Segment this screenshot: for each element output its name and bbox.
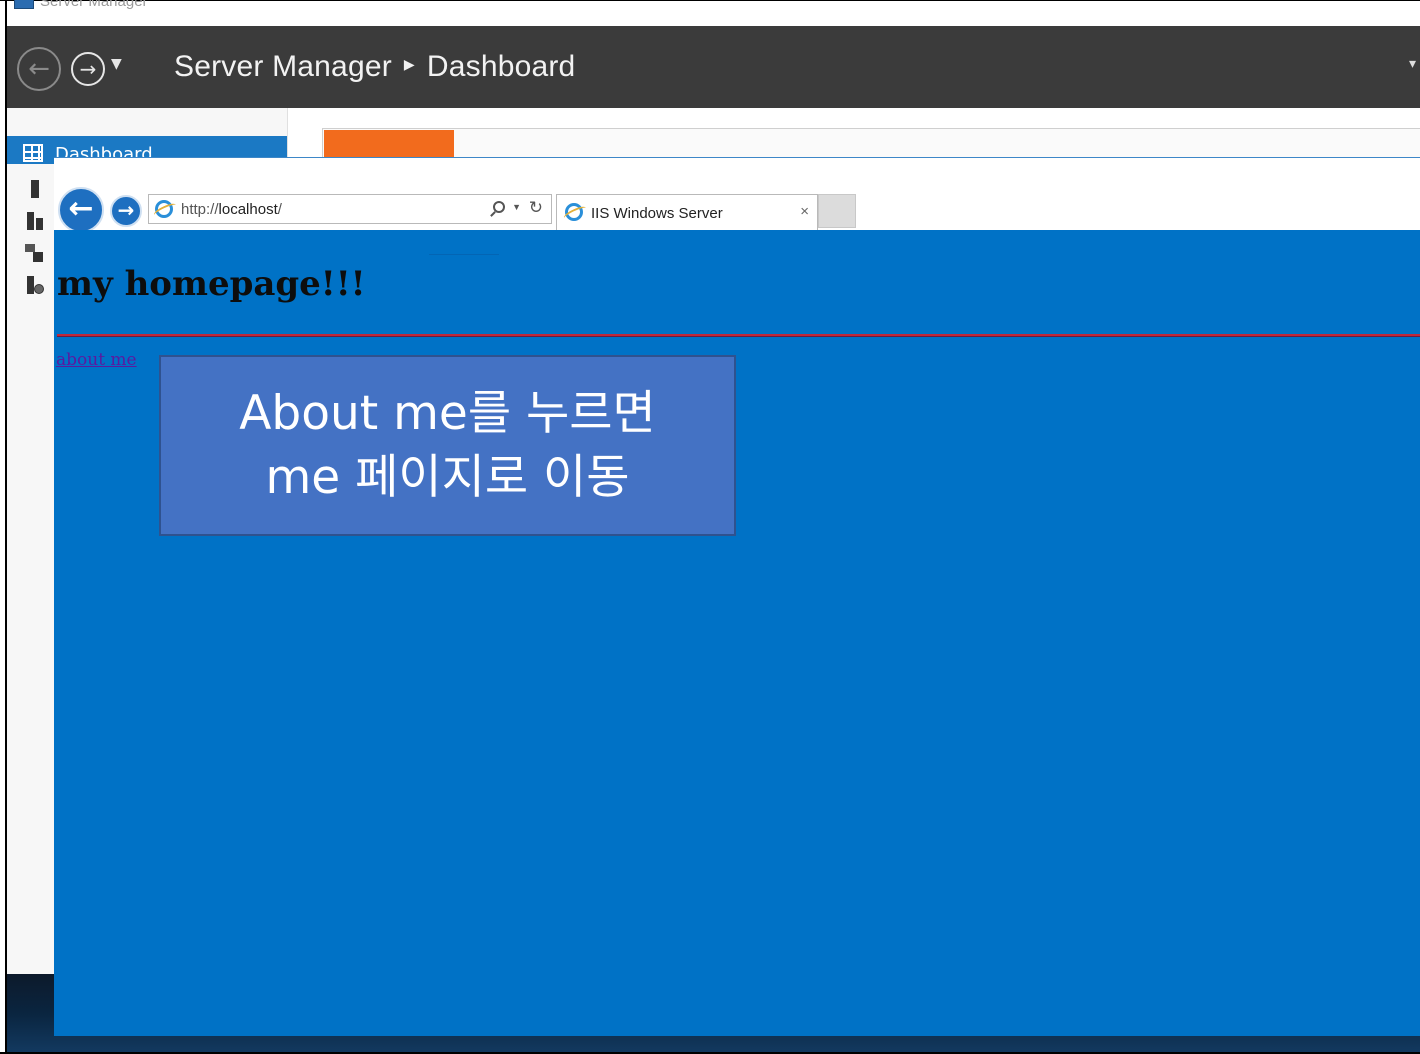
arrow-left-icon: ← (28, 54, 50, 84)
ie-logo-icon (565, 203, 583, 221)
horizontal-rule (57, 334, 1420, 337)
address-url[interactable]: http://localhost/ (181, 201, 282, 218)
breadcrumb-page: Dashboard (426, 50, 576, 83)
browser-back-button[interactable]: ← (58, 187, 104, 233)
page-title: my homepage!!! (57, 264, 366, 304)
server-manager-app-icon (14, 0, 34, 9)
address-bar[interactable]: http://localhost/ ▼ ↻ (148, 194, 552, 224)
close-icon[interactable]: × (800, 203, 809, 220)
browser-toolbar: ← → http://localhost/ ▼ ↻ IIS Windows Se… (54, 158, 1420, 233)
arrow-right-icon: → (117, 198, 135, 222)
window-title: Server Manager (40, 0, 148, 10)
forward-button[interactable]: → (71, 52, 105, 86)
web-page: my homepage!!! about me (54, 230, 1420, 1036)
about-me-link[interactable]: about me (56, 350, 137, 370)
ie-logo-icon (155, 200, 173, 218)
annotation-callout: About me를 누르면 me 페이지로 이동 (159, 355, 736, 536)
arrow-right-icon: → (79, 57, 97, 81)
server-manager-titlebar: Server Manager (0, 0, 1420, 26)
screen-left-border (5, 0, 7, 1054)
refresh-dropdown-icon[interactable]: ▾ (1409, 56, 1416, 72)
breadcrumb: Server Manager ▶ Dashboard (174, 50, 575, 84)
local-server-icon[interactable] (25, 180, 43, 198)
back-button[interactable]: ← (17, 47, 61, 91)
new-tab-button[interactable] (818, 194, 856, 228)
arrow-left-icon: ← (68, 191, 94, 226)
browser-forward-button[interactable]: → (110, 195, 142, 227)
iis-icon[interactable] (25, 276, 44, 294)
tab-title: IIS Windows Server (591, 205, 723, 222)
browser-tab[interactable]: IIS Windows Server × (556, 194, 818, 230)
dashboard-grid-icon (23, 144, 43, 162)
server-manager-header: ← → ▼ Server Manager ▶ Dashboard ▾ (7, 26, 1420, 108)
all-servers-icon[interactable] (25, 212, 43, 230)
search-icon[interactable] (493, 201, 505, 213)
breadcrumb-app[interactable]: Server Manager (174, 50, 392, 83)
annotation-line-1: About me를 누르면 (239, 386, 656, 441)
refresh-icon[interactable]: ↻ (529, 198, 543, 218)
browser-window: ← → http://localhost/ ▼ ↻ IIS Windows Se… (54, 157, 1420, 1036)
address-dropdown-icon[interactable]: ▼ (512, 202, 521, 212)
annotation-line-2: me 페이지로 이동 (265, 450, 630, 505)
history-dropdown-icon[interactable]: ▼ (111, 56, 122, 72)
faded-overlay-line (429, 254, 499, 265)
breadcrumb-separator-icon: ▶ (403, 55, 415, 72)
file-storage-icon[interactable] (25, 244, 43, 262)
